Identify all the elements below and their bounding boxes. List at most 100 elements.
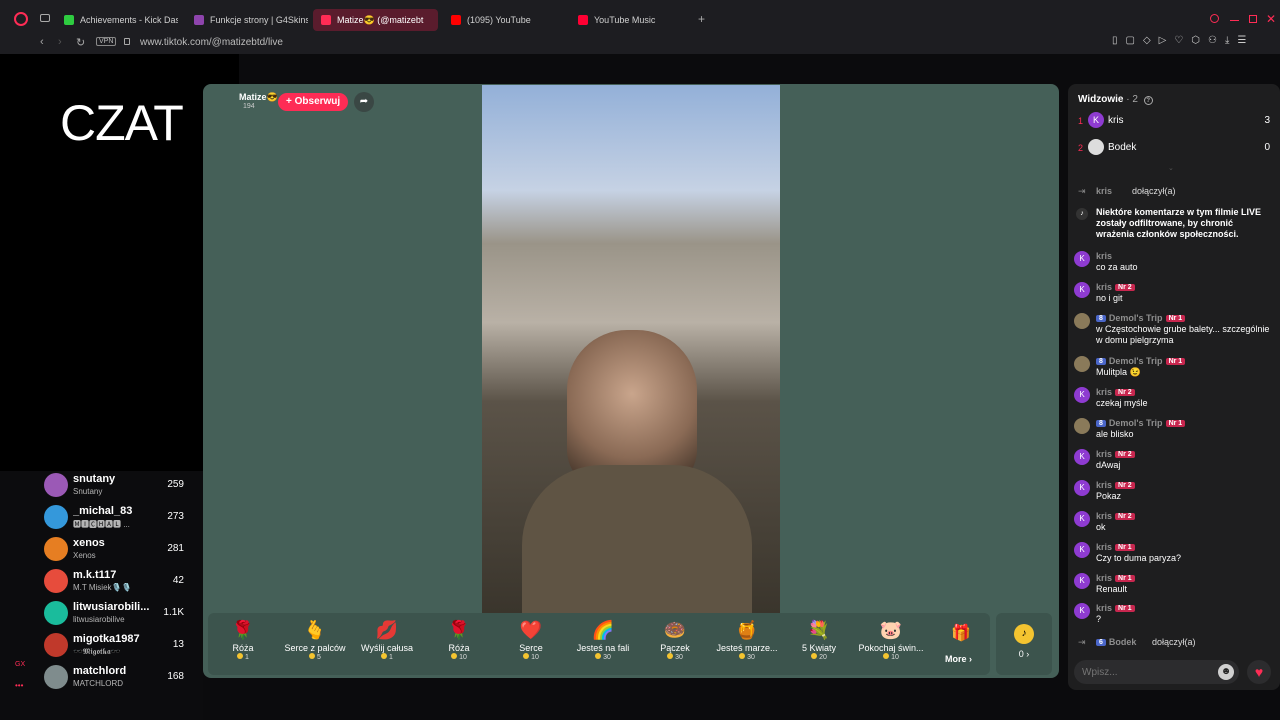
follow-button[interactable]: + Obserwuj (278, 93, 349, 111)
following-item[interactable]: matchlord MATCHLORD 168 (44, 663, 194, 693)
following-item[interactable]: litwusiarobili... litwusiarobilive 1.1K (44, 599, 194, 629)
tab-label: Funkcje strony | G4Skins (210, 15, 308, 25)
chat-text: Czy to duma paryza? (1096, 553, 1182, 563)
gift-item[interactable]: 🌈 Jesteś na fali 30 (568, 617, 638, 661)
emoji-icon[interactable]: ☻ (1218, 664, 1234, 680)
chat-user[interactable]: kris Nr 2 (1096, 282, 1135, 292)
gift-item[interactable]: 🍯 Jesteś marze... 30 (712, 617, 782, 661)
following-item[interactable]: m.k.t117 M.T Misiek🎙️🎙️ 42 (44, 567, 194, 597)
avatar[interactable]: K (1074, 449, 1090, 465)
gift-item[interactable]: 🍩 Pączek 30 (640, 617, 710, 661)
rank-badge: Nr 1 (1115, 605, 1135, 613)
following-sub: Xenos (73, 551, 96, 560)
tab-workspace-icon[interactable] (40, 14, 50, 22)
chat-user[interactable]: kris Nr 1 (1096, 573, 1135, 583)
gift-item[interactable]: 💋 Wyślij całusa 1 (352, 617, 422, 661)
tab-4[interactable]: YouTube Music (570, 9, 690, 31)
viewer-row[interactable]: 2 Bodek 0 (1078, 139, 1270, 159)
avatar[interactable]: K (1074, 573, 1090, 589)
opera-logo-icon[interactable] (14, 12, 28, 26)
gift-item[interactable]: 🌹 Róża 1 (208, 617, 278, 661)
tiktok-icon: ♪ (1076, 208, 1088, 220)
tab-0[interactable]: Achievements - Kick Dash (56, 9, 178, 31)
avatar[interactable]: K (1074, 603, 1090, 619)
gift-bar: 🌹 Róża 1 🫰 Serce z palców 5 💋 Wyślij całusa 1 🌹 Ró… (208, 613, 990, 675)
restore-icon[interactable] (1249, 15, 1257, 23)
vpn-badge[interactable]: VPN (96, 37, 117, 46)
share-icon[interactable]: ➦ (354, 92, 374, 112)
search-icon[interactable] (1210, 14, 1219, 23)
chat-user[interactable]: kris Nr 2 (1096, 480, 1135, 490)
viewer-row[interactable]: 1 Kkris 3 (1078, 112, 1270, 132)
chat-text: Pokaz (1096, 491, 1122, 501)
gift-item[interactable]: ❤️ Serce 10 (496, 617, 566, 661)
extensions-icons[interactable]: ▯▢◇▷♡⬡⚇⤓☰ (1112, 35, 1254, 46)
following-count: 168 (167, 671, 184, 682)
following-item[interactable]: _michal_83 🅼🅸🅲🅷🅰🅻 ... 273 (44, 503, 194, 533)
live-video[interactable] (482, 85, 780, 613)
chat-user[interactable]: kris (1096, 251, 1112, 261)
chat-user[interactable]: kris Nr 1 (1096, 603, 1135, 613)
avatar[interactable]: K (1074, 480, 1090, 496)
sidebar-more-icon[interactable]: ••• (15, 681, 23, 690)
chat-user[interactable]: kris (1096, 186, 1112, 196)
tab-2[interactable]: Matize😎 (@matizebt (313, 9, 438, 31)
gift-item[interactable]: 🐷 Pokochaj świn... 10 (856, 617, 926, 661)
avatar[interactable]: K (1074, 511, 1090, 527)
chat-user[interactable]: kris Nr 2 (1096, 511, 1135, 521)
rank-badge: Nr 2 (1115, 513, 1135, 521)
new-tab-button[interactable]: + (698, 12, 705, 26)
coin-balance: 0 › (1018, 649, 1030, 659)
back-icon[interactable]: ‹ (40, 36, 44, 48)
chat-text: Renault (1096, 584, 1128, 594)
avatar[interactable] (1074, 418, 1090, 434)
coin-icon (309, 653, 316, 659)
like-heart-icon[interactable]: ♥ (1247, 660, 1271, 684)
chat-user[interactable]: 6 Bodek (1096, 637, 1136, 647)
collapse-chevron-icon[interactable]: ⌄ (1168, 164, 1174, 172)
chat-user[interactable]: kris Nr 1 (1096, 542, 1135, 552)
gift-box-icon[interactable]: 🎁 (951, 623, 971, 643)
avatar[interactable] (1074, 356, 1090, 372)
avatar[interactable]: K (1074, 387, 1090, 403)
avatar[interactable]: K (1074, 251, 1090, 267)
following-name: snutany (73, 473, 116, 485)
avatar[interactable]: K (1074, 542, 1090, 558)
tab-3[interactable]: (1095) YouTube (443, 9, 568, 31)
forward-icon[interactable]: › (58, 36, 62, 48)
following-item[interactable]: xenos Xenos 281 (44, 535, 194, 565)
rank-badge: Nr 1 (1115, 544, 1135, 552)
comment-input[interactable] (1082, 664, 1212, 680)
chat-user[interactable]: kris Nr 2 (1096, 387, 1135, 397)
info-icon[interactable]: ? (1143, 96, 1153, 105)
coin-box[interactable]: ♪ 0 › (996, 613, 1052, 675)
tab-label: (1095) YouTube (467, 15, 531, 25)
gift-item[interactable]: 💐 5 Kwiaty 20 (784, 617, 854, 661)
coin-icon (667, 653, 674, 659)
gift-more-button[interactable]: More › (945, 654, 972, 664)
gift-icon: 🐷 (879, 620, 903, 640)
reload-icon[interactable]: ↻ (76, 36, 85, 49)
gift-item[interactable]: 🌹 Róża 10 (424, 617, 494, 661)
close-icon[interactable]: ✕ (1266, 12, 1276, 26)
minimize-icon[interactable] (1230, 20, 1239, 21)
streamer-name[interactable]: Matize😎 (239, 92, 278, 103)
avatar[interactable] (1074, 313, 1090, 329)
chat-user[interactable]: 8 Demol's Trip Nr 1 (1096, 356, 1186, 366)
following-item[interactable]: snutany Snutany 259 (44, 471, 194, 501)
gift-price: 1 (352, 653, 422, 661)
following-item[interactable]: migotka1987 🕶️𝕸𝖎𝖌𝖔𝖙𝖐𝖆🕶️ 13 (44, 631, 194, 661)
gift-price-value: 30 (747, 654, 755, 661)
chat-user[interactable]: kris Nr 2 (1096, 449, 1135, 459)
gift-item[interactable]: 🫰 Serce z palców 5 (280, 617, 350, 661)
chat-text: dołączył(a) (1132, 186, 1176, 196)
coin-icon (523, 653, 530, 659)
gift-icon: 💋 (375, 620, 399, 640)
chat-user[interactable]: 8 Demol's Trip Nr 1 (1096, 313, 1186, 323)
rank-badge: Nr 2 (1115, 389, 1135, 397)
tab-1[interactable]: Funkcje strony | G4Skins (186, 9, 308, 31)
url-field[interactable]: www.tiktok.com/@matizebtd/live (140, 37, 283, 48)
avatar[interactable]: K (1074, 282, 1090, 298)
chat-user[interactable]: 8 Demol's Trip Nr 1 (1096, 418, 1186, 428)
following-name: migotka1987 (73, 633, 140, 645)
